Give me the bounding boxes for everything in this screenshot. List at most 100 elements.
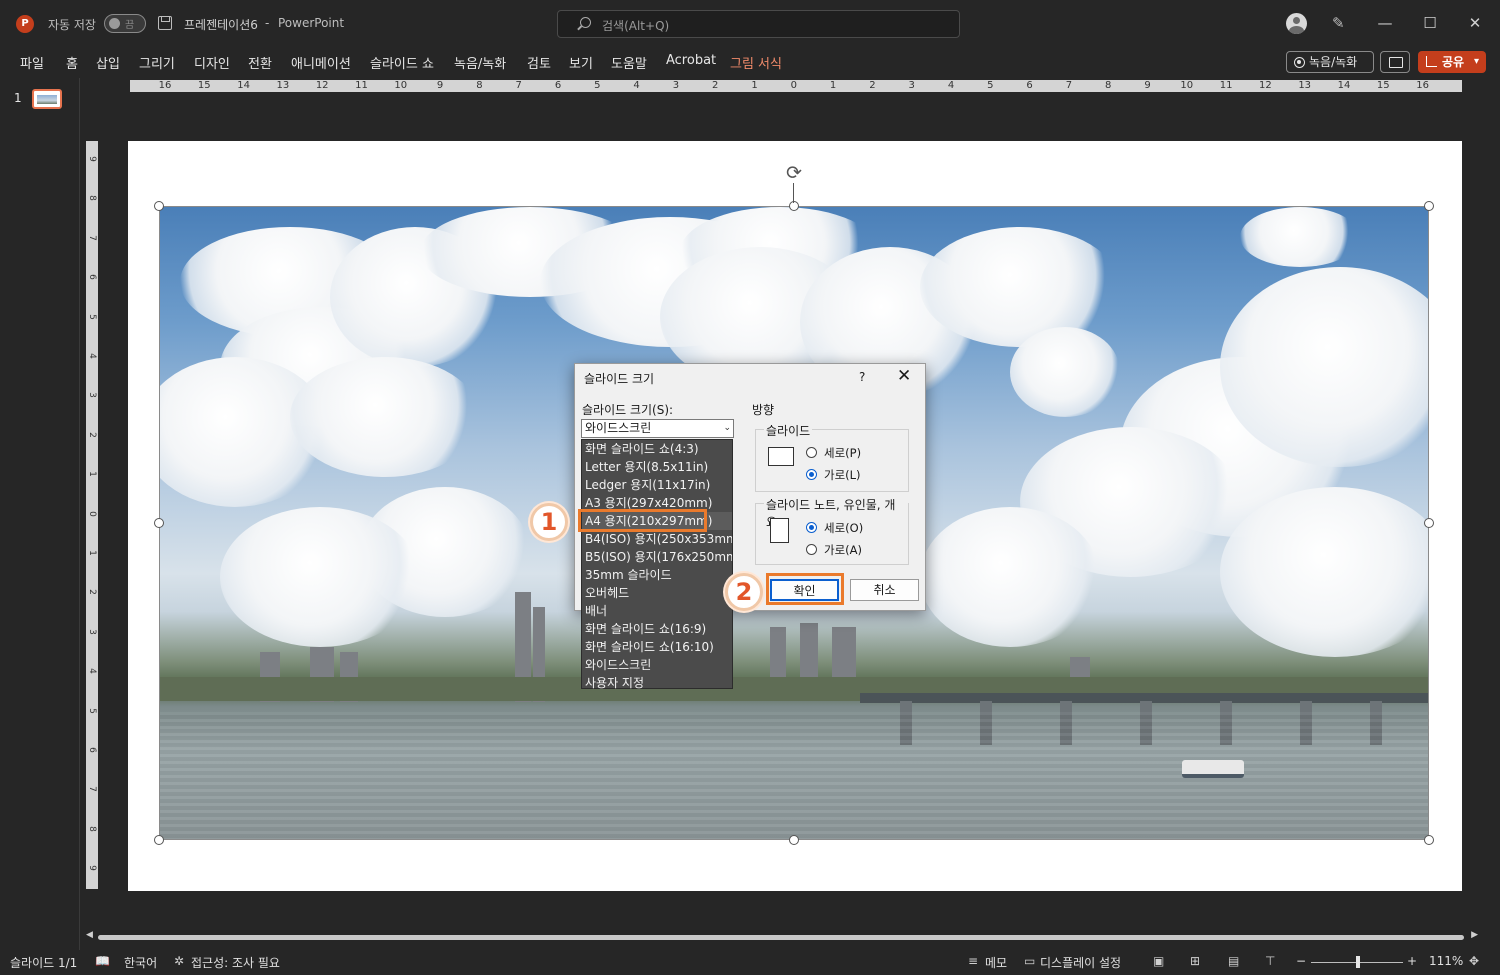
avatar[interactable] [1286,13,1307,34]
zoom-out-button[interactable]: − [1296,954,1306,968]
rotate-handle-icon[interactable]: ⟳ [784,163,804,183]
tab-draw[interactable]: 그리기 [139,53,175,72]
resize-handle[interactable] [1424,201,1434,211]
ruler-tick-label: 13 [1298,80,1312,91]
scroll-left-icon[interactable]: ◀ [86,930,93,940]
size-option[interactable]: 배너 [582,602,732,620]
group-title: 슬라이드 [764,422,813,439]
slide-sorter-icon[interactable]: ⊞ [1190,955,1203,968]
record-label: 녹음/녹화 [1309,55,1358,69]
normal-view-icon[interactable]: ▣ [1153,955,1166,968]
save-icon[interactable] [158,16,172,30]
size-option[interactable]: 화면 슬라이드 쇼(16:9) [582,620,732,638]
horizontal-scrollbar[interactable]: ◀ ▶ [86,930,1478,942]
maximize-button[interactable]: ☐ [1418,12,1442,34]
ruler-tick-label: 10 [1180,80,1194,91]
record-button[interactable]: 녹음/녹화 [1286,51,1374,73]
ruler-tick-label: 8 [1105,80,1112,91]
document-title[interactable]: 프레젠테이션6 [184,16,258,33]
landscape-page-icon [768,447,794,466]
slides-portrait-radio[interactable] [806,447,817,458]
resize-handle[interactable] [154,201,164,211]
notes-button[interactable]: 메모 [985,954,1007,971]
slide-size-select[interactable]: 와이드스크린 ⌄ [581,419,734,438]
notes-portrait-radio[interactable] [806,522,817,533]
ruler-tick-label: 9 [87,156,97,162]
cancel-button[interactable]: 취소 [850,579,919,601]
size-option[interactable]: B5(ISO) 용지(176x250mm) [582,548,732,566]
size-option[interactable]: 화면 슬라이드 쇼(4:3) [582,440,732,458]
ruler-tick-label: 2 [87,589,97,596]
share-button[interactable]: 공유 ▾ [1418,51,1486,73]
tab-animations[interactable]: 애니메이션 [291,53,351,72]
tab-home[interactable]: 홈 [66,53,78,72]
horizontal-ruler[interactable]: 16 15 14 13 12 11 10 9 8 7 6 5 4 3 2 1 0 1 2 3 4 5 6 7 8 9 10 11 12 1… [130,80,1462,92]
size-option[interactable]: 35mm 슬라이드 [582,566,732,584]
tab-review[interactable]: 검토 [527,53,551,72]
slides-portrait-label[interactable]: 세로(P) [824,445,861,461]
tab-insert[interactable]: 삽입 [96,53,120,72]
tab-acrobat[interactable]: Acrobat [666,53,716,68]
ruler-tick-label: 4 [87,668,97,675]
resize-handle[interactable] [1424,835,1434,845]
slides-landscape-radio[interactable] [806,469,817,480]
slideshow-view-icon[interactable]: ⊤ [1265,955,1278,968]
tab-view[interactable]: 보기 [569,53,593,72]
ferry-boat [1182,760,1244,778]
ruler-tick-label: 5 [594,80,601,91]
title-bar: P 자동 저장 끔 프레젠테이션6 - PowerPoint 검색(Alt+Q)… [0,0,1500,46]
notes-landscape-label[interactable]: 가로(A) [824,542,862,558]
zoom-level[interactable]: 111% [1429,954,1463,968]
close-button[interactable]: ✕ [1463,12,1487,34]
resize-handle[interactable] [789,835,799,845]
reading-view-icon[interactable]: ▤ [1228,955,1241,968]
cloud-shape [1240,207,1360,267]
tab-file[interactable]: 파일 [20,53,44,72]
size-option[interactable]: 오버헤드 [582,584,732,602]
tab-design[interactable]: 디자인 [194,53,230,72]
display-settings-button[interactable]: 디스플레이 설정 [1040,954,1121,971]
fit-to-window-icon[interactable]: ✥ [1469,955,1482,968]
tab-transitions[interactable]: 전환 [248,53,272,72]
autosave-toggle[interactable]: 끔 [104,14,146,33]
status-bar: 슬라이드 1/1 📖 한국어 ✲ 접근성: 조사 필요 ≡ 메모 ▭ 디스플레이… [0,950,1500,975]
zoom-in-button[interactable]: + [1407,954,1417,968]
size-option[interactable]: 와이드스크린 [582,656,732,674]
size-option[interactable]: B4(ISO) 용지(250x353mm) [582,530,732,548]
tab-picture-format[interactable]: 그림 서식 [730,53,782,72]
pen-icon[interactable]: ✎ [1332,14,1348,32]
vertical-ruler[interactable]: 9 8 7 6 5 4 3 2 1 0 1 2 3 4 5 6 7 8 9 [86,141,98,889]
slide-thumbnail[interactable] [32,89,62,109]
resize-handle[interactable] [154,518,164,528]
language-status[interactable]: 한국어 [124,954,157,971]
size-option[interactable]: 화면 슬라이드 쇼(16:10) [582,638,732,656]
comment-button[interactable] [1380,51,1410,73]
notes-portrait-label[interactable]: 세로(O) [824,520,863,536]
size-option[interactable]: Letter 용지(8.5x11in) [582,458,732,476]
ruler-tick-label: 1 [751,80,758,91]
toggle-knob [109,18,120,29]
minimize-button[interactable]: — [1373,12,1397,34]
tab-slideshow[interactable]: 슬라이드 쇼 [370,53,434,72]
size-option[interactable]: Ledger 용지(11x17in) [582,476,732,494]
notes-landscape-radio[interactable] [806,544,817,555]
help-button[interactable]: ? [859,370,865,384]
ruler-tick-label: 11 [1219,80,1233,91]
search-input[interactable]: 검색(Alt+Q) [557,10,960,38]
resize-handle[interactable] [154,835,164,845]
callout-highlight-a4 [578,509,707,532]
accessibility-status[interactable]: 접근성: 조사 필요 [191,954,280,971]
resize-handle[interactable] [789,201,799,211]
zoom-slider-thumb[interactable] [1356,956,1360,968]
accessibility-icon: ✲ [174,954,185,968]
scrollbar-thumb[interactable] [98,935,1464,940]
scroll-right-icon[interactable]: ▶ [1471,930,1478,940]
dialog-close-button[interactable]: ✕ [897,366,911,386]
tab-record[interactable]: 녹음/녹화 [454,53,506,72]
tab-help[interactable]: 도움말 [611,53,647,72]
chevron-down-icon[interactable]: ▾ [1474,51,1479,73]
spellcheck-icon[interactable]: 📖 [95,955,110,968]
slides-landscape-label[interactable]: 가로(L) [824,467,861,483]
resize-handle[interactable] [1424,518,1434,528]
size-option[interactable]: 사용자 지정 [582,674,732,692]
